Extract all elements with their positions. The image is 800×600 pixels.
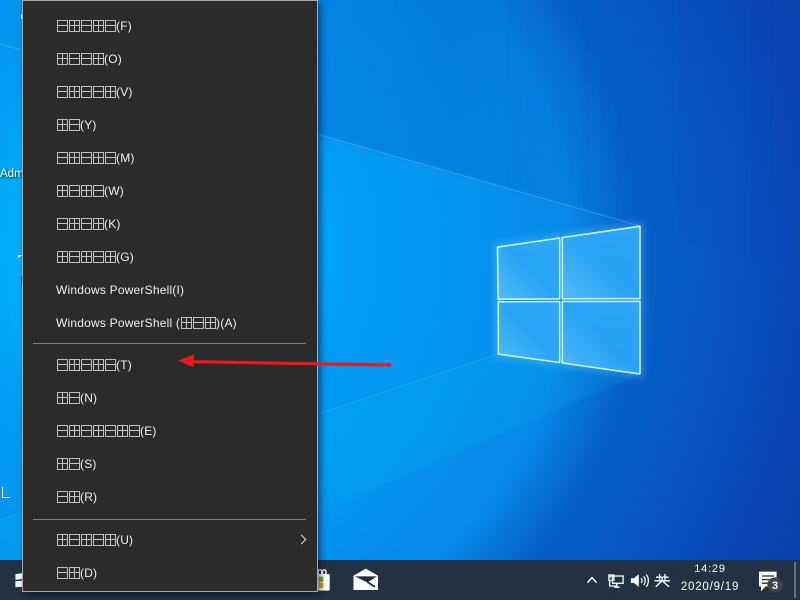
svg-text:3: 3 [772, 580, 778, 592]
